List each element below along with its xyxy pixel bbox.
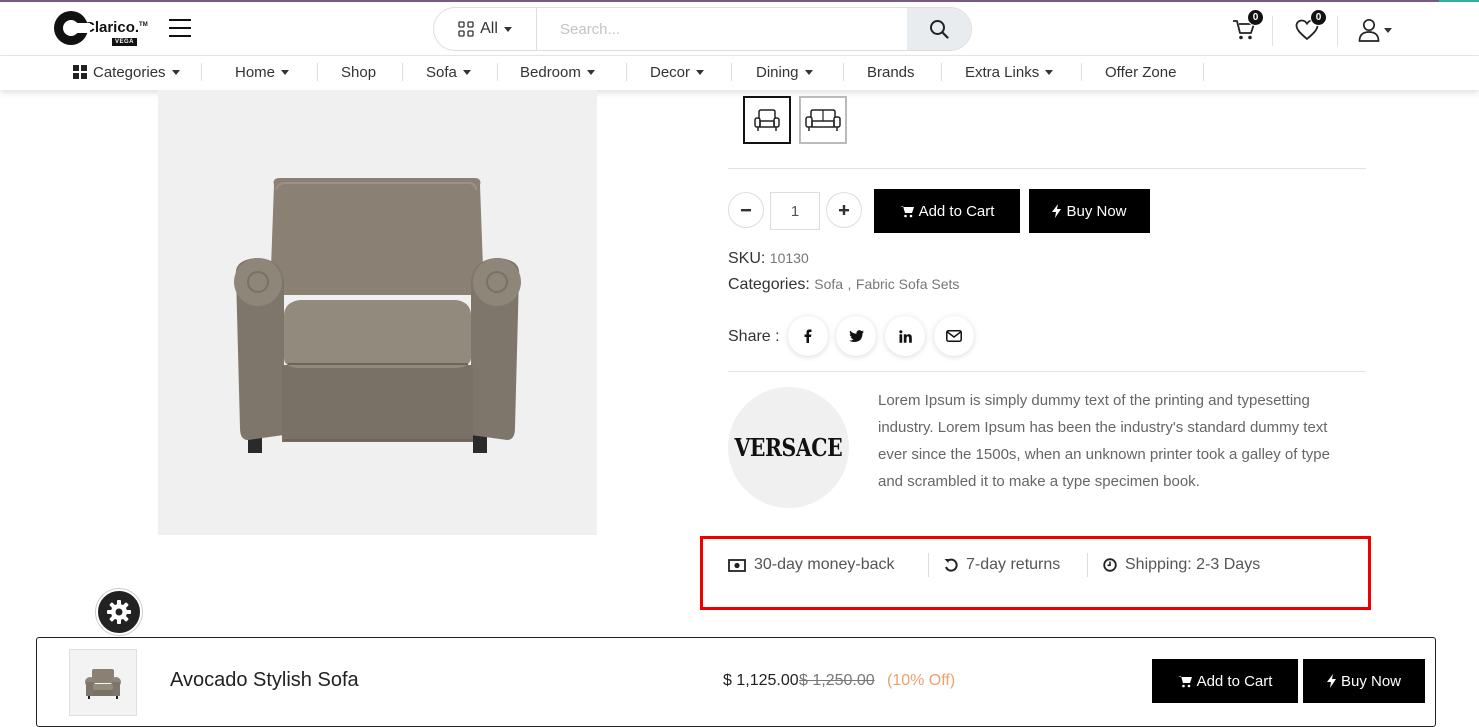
brand-logo[interactable]: VERSACE <box>728 387 849 508</box>
add-to-cart-button[interactable]: Add to Cart <box>874 189 1020 233</box>
share-facebook-button[interactable] <box>788 316 828 356</box>
nav-item-offer-zone[interactable]: Offer Zone <box>1105 56 1176 88</box>
site-logo[interactable]: Clarico.TM VEGA <box>54 10 148 50</box>
share-label: Share : <box>728 328 780 345</box>
nav-item-decor[interactable]: Decor <box>650 56 705 88</box>
hamburger-menu-icon[interactable] <box>169 19 191 37</box>
search-bar: All <box>433 7 972 51</box>
quantity-input[interactable] <box>770 192 820 230</box>
chevron-down-icon <box>1045 69 1054 75</box>
nav-item-brands[interactable]: Brands <box>867 56 915 88</box>
chevron-down-icon <box>804 69 813 75</box>
quantity-decrease-button[interactable] <box>728 192 764 228</box>
feature-returns: 7-day returns <box>944 555 1060 575</box>
chevron-down-icon <box>503 26 512 32</box>
chevron-down-icon <box>586 69 595 75</box>
clock-icon <box>1103 558 1117 572</box>
sticky-price: $ 1,125.00 <box>723 672 799 689</box>
nav-item-extra-links[interactable]: Extra Links <box>965 56 1054 88</box>
wishlist-count-badge: 0 <box>1310 9 1327 26</box>
minus-icon <box>741 209 751 212</box>
cart-button[interactable]: 0 <box>1226 9 1264 48</box>
plus-icon <box>839 205 849 215</box>
gear-icon <box>107 600 131 624</box>
nav-item-home[interactable]: Home <box>235 56 290 88</box>
bolt-icon <box>1052 204 1062 218</box>
chevron-down-icon <box>281 69 290 75</box>
search-category-dropdown[interactable]: All <box>434 8 537 50</box>
chevron-down-icon <box>696 69 705 75</box>
feature-money-back: 30-day money-back <box>728 555 895 575</box>
settings-gear-button[interactable] <box>96 589 142 635</box>
sticky-product-name: Avocado Stylish Sofa <box>170 669 359 691</box>
nav-item-dining[interactable]: Dining <box>756 56 813 88</box>
sku-row: SKU: 10130 <box>728 250 809 267</box>
variant-armchair-swatch[interactable] <box>743 96 791 144</box>
sticky-buy-now-button[interactable]: Buy Now <box>1303 659 1425 703</box>
site-header: Clarico.TM VEGA All 0 0 <box>0 2 1479 56</box>
account-dropdown[interactable] <box>1352 12 1398 48</box>
category-link-sofa[interactable]: Sofa <box>814 276 843 292</box>
nav-item-bedroom[interactable]: Bedroom <box>520 56 595 88</box>
twitter-icon <box>848 330 864 342</box>
variant-sofa-swatch[interactable] <box>799 96 847 144</box>
facebook-icon <box>804 329 812 343</box>
nav-item-categories[interactable]: Categories <box>73 56 180 88</box>
cart-count-badge: 0 <box>1247 9 1264 26</box>
divider <box>728 371 1366 372</box>
sticky-old-price: $ 1,250.00 <box>799 672 875 689</box>
share-linkedin-button[interactable] <box>885 316 925 356</box>
sticky-add-to-cart-button[interactable]: Add to Cart <box>1152 659 1298 703</box>
grid-icon <box>73 65 87 79</box>
search-icon <box>930 20 949 39</box>
quantity-increase-button[interactable] <box>826 192 862 228</box>
undo-icon <box>944 558 958 572</box>
cart-icon <box>1177 675 1192 687</box>
chevron-down-icon <box>1384 27 1392 33</box>
wishlist-button[interactable]: 0 <box>1289 9 1327 48</box>
bolt-icon <box>1326 674 1336 688</box>
category-link-fabric-sofa-sets[interactable]: Fabric Sofa Sets <box>856 276 960 292</box>
feature-shipping: Shipping: 2-3 Days <box>1103 555 1260 575</box>
divider <box>728 168 1366 169</box>
cart-icon <box>899 205 914 217</box>
armchair-thumbnail-image <box>85 668 121 699</box>
search-button[interactable] <box>907 8 971 50</box>
product-image[interactable] <box>158 90 597 535</box>
categories-row: Categories: Sofa , Fabric Sofa Sets <box>728 276 960 293</box>
armchair-icon <box>754 109 780 131</box>
envelope-icon <box>946 330 962 342</box>
share-twitter-button[interactable] <box>836 316 876 356</box>
user-icon <box>1358 18 1380 42</box>
product-thumbnail[interactable] <box>69 649 137 716</box>
sku-value: 10130 <box>769 250 809 266</box>
armchair-image <box>234 178 521 453</box>
main-navigation: Categories Home Shop Sofa Bedroom Decor … <box>0 56 1479 90</box>
chevron-down-icon <box>171 69 180 75</box>
buy-now-button[interactable]: Buy Now <box>1029 189 1150 233</box>
brand-logo-text: VERSACE <box>734 433 843 462</box>
sticky-add-to-cart-bar: Avocado Stylish Sofa $ 1,125.00 $ 1,250.… <box>36 637 1436 727</box>
share-email-button[interactable] <box>934 316 974 356</box>
nav-item-sofa[interactable]: Sofa <box>426 56 471 88</box>
sofa-icon <box>805 109 841 131</box>
nav-item-shop[interactable]: Shop <box>341 56 376 88</box>
linkedin-icon <box>898 329 912 343</box>
search-category-label: All <box>480 20 498 37</box>
search-input[interactable] <box>538 8 908 50</box>
sticky-discount: (10% Off) <box>887 672 956 689</box>
brand-description: Lorem Ipsum is simply dummy text of the … <box>878 392 1330 490</box>
chevron-down-icon <box>462 69 471 75</box>
money-icon <box>728 558 746 572</box>
grid-icon <box>458 21 474 37</box>
